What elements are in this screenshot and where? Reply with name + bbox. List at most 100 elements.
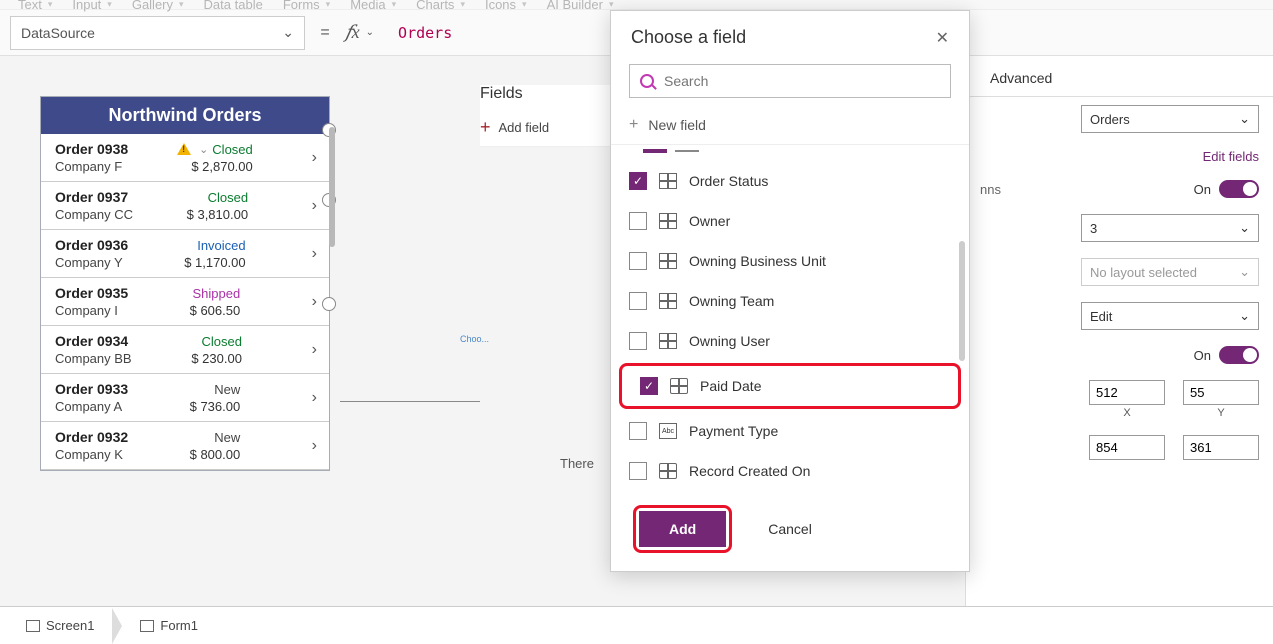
- properties-panel: Advanced Orders⌄ Edit fields nns On 3⌄ N…: [965, 56, 1273, 606]
- field-checkbox[interactable]: [629, 422, 647, 440]
- order-company: Company I: [55, 303, 128, 318]
- field-checkbox[interactable]: [629, 332, 647, 350]
- order-id: Order 0938: [55, 141, 128, 157]
- form-placeholder-hint: Choo...: [460, 334, 489, 344]
- form-empty-text: There: [560, 456, 594, 471]
- order-row[interactable]: Order 0934Company BB Closed$ 230.00 ›: [41, 326, 329, 374]
- chevron-down-icon: ⌄: [199, 143, 208, 156]
- field-item[interactable]: Owner: [611, 201, 969, 241]
- add-button-highlight: Add: [633, 505, 732, 553]
- prop-columns-select[interactable]: 3⌄: [1081, 214, 1259, 242]
- field-checkbox[interactable]: [629, 172, 647, 190]
- lookup-field-icon: [659, 333, 677, 349]
- order-company: Company CC: [55, 207, 133, 222]
- order-row[interactable]: Order 0933Company A New$ 736.00 ›: [41, 374, 329, 422]
- field-label: Owning Business Unit: [689, 253, 826, 269]
- tab-separator-icon: [112, 608, 122, 644]
- tab-form1[interactable]: Form1: [128, 612, 210, 639]
- chevron-right-icon: ›: [312, 149, 317, 167]
- tab-advanced[interactable]: Advanced: [978, 60, 1064, 96]
- lookup-field-icon: [659, 173, 677, 189]
- selection-handle[interactable]: [322, 297, 336, 311]
- field-item[interactable]: Order Status: [611, 161, 969, 201]
- order-amount: $ 230.00: [191, 351, 242, 366]
- insert-icons[interactable]: Icons▾: [485, 0, 527, 12]
- order-row[interactable]: Order 0937Company CC Closed$ 3,810.00 ›: [41, 182, 329, 230]
- field-label: Order Status: [689, 173, 768, 189]
- chevron-right-icon: ›: [312, 389, 317, 407]
- field-checkbox[interactable]: [629, 462, 647, 480]
- insert-forms[interactable]: Forms▾: [283, 0, 330, 12]
- prop-layout-select[interactable]: No layout selected⌄: [1081, 258, 1259, 286]
- insert-charts[interactable]: Charts▾: [416, 0, 465, 12]
- insert-gallery[interactable]: Gallery▾: [132, 0, 184, 12]
- field-item[interactable]: Owning Business Unit: [611, 241, 969, 281]
- order-id: Order 0937: [55, 189, 133, 205]
- field-item[interactable]: Paid Date: [619, 363, 961, 409]
- chevron-right-icon: ›: [312, 341, 317, 359]
- order-amount: $ 3,810.00: [187, 207, 248, 222]
- field-search[interactable]: [629, 64, 951, 98]
- order-status: Closed: [212, 142, 252, 157]
- field-checkbox[interactable]: [629, 252, 647, 270]
- prop-y-input[interactable]: [1183, 380, 1259, 405]
- field-item[interactable]: Owning Team: [611, 281, 969, 321]
- order-row[interactable]: Order 0938Company F ⌄Closed$ 2,870.00 ›: [41, 134, 329, 182]
- prop-height-input[interactable]: [1183, 435, 1259, 460]
- add-field-button[interactable]: + Add field: [480, 117, 610, 147]
- field-item[interactable]: Record Created On: [611, 451, 969, 491]
- screen-tabs: Screen1 Form1: [0, 606, 1273, 644]
- cancel-button[interactable]: Cancel: [756, 511, 824, 547]
- new-field-button[interactable]: + New field: [611, 106, 969, 145]
- insert-ai[interactable]: AI Builder▾: [547, 0, 614, 12]
- snap-toggle[interactable]: [1219, 180, 1259, 198]
- field-list[interactable]: Order Status Owner Owning Business Unit Own…: [611, 161, 969, 491]
- insert-media[interactable]: Media▾: [350, 0, 396, 12]
- order-company: Company Y: [55, 255, 128, 270]
- order-status: Closed: [201, 334, 241, 349]
- prop-datasource-select[interactable]: Orders⌄: [1081, 105, 1259, 133]
- order-row[interactable]: Order 0932Company K New$ 800.00 ›: [41, 422, 329, 470]
- connector-line: [340, 401, 480, 402]
- gallery-title: Northwind Orders: [41, 97, 329, 134]
- close-icon[interactable]: ✕: [936, 28, 949, 48]
- scrollbar[interactable]: [329, 127, 335, 247]
- insert-toolbar: Text▾ Input▾ Gallery▾ Data table Forms▾ …: [0, 0, 1273, 10]
- insert-datatable[interactable]: Data table: [204, 0, 263, 12]
- insert-input[interactable]: Input▾: [72, 0, 111, 12]
- prop-x-input[interactable]: [1089, 380, 1165, 405]
- plus-icon: +: [480, 117, 491, 138]
- orders-gallery[interactable]: Northwind Orders Order 0938Company F ⌄Cl…: [40, 96, 330, 471]
- prop-mode-select[interactable]: Edit⌄: [1081, 302, 1259, 330]
- order-amount: $ 736.00: [190, 399, 241, 414]
- visible-toggle[interactable]: [1219, 346, 1259, 364]
- order-row[interactable]: Order 0935Company I Shipped$ 606.50 ›: [41, 278, 329, 326]
- field-label: Record Created On: [689, 463, 810, 479]
- field-checkbox[interactable]: [629, 292, 647, 310]
- chevron-right-icon: ›: [312, 245, 317, 263]
- tab-screen1[interactable]: Screen1: [14, 612, 106, 639]
- chevron-right-icon: ›: [312, 437, 317, 455]
- field-item[interactable]: Owning User: [611, 321, 969, 361]
- order-id: Order 0935: [55, 285, 128, 301]
- add-button[interactable]: Add: [639, 511, 726, 547]
- property-select[interactable]: DataSource⌄: [10, 16, 305, 50]
- field-checkbox[interactable]: [640, 377, 658, 395]
- field-item[interactable]: AbcPayment Type: [611, 411, 969, 451]
- fx-button[interactable]: 𝑓x ⌄: [345, 22, 374, 43]
- order-row[interactable]: Order 0936Company Y Invoiced$ 1,170.00 ›: [41, 230, 329, 278]
- scrollbar[interactable]: [959, 241, 965, 361]
- order-amount: $ 800.00: [190, 447, 241, 462]
- edit-fields-link[interactable]: Edit fields: [1203, 149, 1259, 164]
- toggle-on-text: On: [1194, 348, 1211, 363]
- field-checkbox[interactable]: [629, 212, 647, 230]
- chevron-right-icon: ›: [312, 197, 317, 215]
- field-search-input[interactable]: [664, 73, 940, 89]
- lookup-field-icon: [659, 213, 677, 229]
- fields-panel-title: Fields: [480, 85, 610, 103]
- order-amount: $ 1,170.00: [184, 255, 245, 270]
- order-id: Order 0932: [55, 429, 128, 445]
- insert-text[interactable]: Text▾: [18, 0, 52, 12]
- field-label: Owner: [689, 213, 730, 229]
- prop-width-input[interactable]: [1089, 435, 1165, 460]
